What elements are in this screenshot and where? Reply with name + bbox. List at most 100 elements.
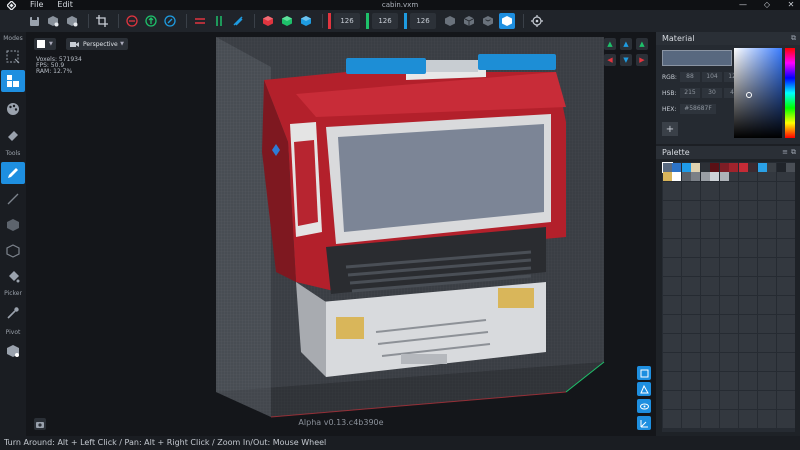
view-front-button[interactable] [637, 366, 651, 380]
maximize-button[interactable]: ◇ [762, 0, 772, 10]
palette-cell[interactable] [757, 295, 767, 305]
palette-cell[interactable] [738, 191, 748, 200]
palette-cell[interactable] [738, 305, 748, 314]
draw-color-dropdown[interactable]: ▼ [34, 38, 56, 50]
palette-cell[interactable] [691, 238, 700, 248]
palette-cell[interactable] [757, 333, 767, 343]
palette-cell[interactable] [700, 238, 710, 248]
palette-cell[interactable] [776, 419, 786, 428]
palette-cell[interactable] [700, 257, 710, 267]
palette-cell[interactable] [672, 400, 681, 409]
palette-cell[interactable] [748, 286, 757, 295]
palette-cell[interactable] [691, 333, 700, 343]
palette-cell[interactable] [729, 400, 738, 409]
palette-cell[interactable] [738, 267, 748, 276]
palette-cell[interactable] [748, 172, 757, 181]
palette-cell[interactable] [729, 191, 738, 200]
palette-cell[interactable] [757, 419, 767, 428]
palette-cell[interactable] [681, 390, 691, 400]
palette-cell[interactable] [691, 314, 700, 324]
palette-cell[interactable] [681, 191, 691, 200]
palette-cell[interactable] [729, 362, 738, 371]
palette-cell[interactable] [700, 286, 710, 295]
palette-cell[interactable] [786, 419, 795, 428]
minimize-button[interactable]: — [738, 0, 748, 10]
mirror-y-button[interactable] [143, 13, 159, 29]
palette-cell[interactable] [786, 362, 795, 371]
palette-cell[interactable] [681, 267, 691, 276]
palette-cell[interactable] [662, 200, 672, 210]
palette-cell[interactable] [776, 286, 786, 295]
palette-cell[interactable] [776, 238, 786, 248]
palette-cell[interactable] [700, 162, 710, 172]
palette-cell[interactable] [662, 248, 672, 257]
palette-cell[interactable] [786, 343, 795, 352]
palette-cell[interactable] [729, 257, 738, 267]
palette-cell[interactable] [662, 409, 672, 419]
palette-cell[interactable] [700, 200, 710, 210]
palette-cell[interactable] [776, 200, 786, 210]
palette-cell[interactable] [786, 286, 795, 295]
rotate-y-button[interactable] [279, 13, 295, 29]
view-wire-button[interactable] [480, 13, 496, 29]
palette-cell[interactable] [729, 276, 738, 286]
palette-cell[interactable] [700, 267, 710, 276]
palette-cell[interactable] [672, 248, 681, 257]
palette-cell[interactable] [757, 229, 767, 238]
palette-cell[interactable] [719, 229, 729, 238]
palette-cell[interactable] [748, 419, 757, 428]
palette-cell[interactable] [691, 324, 700, 333]
palette-cell[interactable] [719, 200, 729, 210]
rgb-r-field[interactable]: 88 [680, 72, 700, 82]
palette-cell[interactable] [786, 181, 795, 191]
palette-cell[interactable] [672, 267, 681, 276]
palette-cell[interactable] [767, 238, 776, 248]
palette-cell[interactable] [786, 333, 795, 343]
export-button[interactable] [64, 13, 80, 29]
palette-cell[interactable] [681, 314, 691, 324]
palette-cell[interactable] [662, 305, 672, 314]
palette-cell[interactable] [748, 200, 757, 210]
paint-mode-button[interactable] [1, 98, 25, 120]
palette-cell[interactable] [719, 162, 729, 172]
palette-cell[interactable] [719, 324, 729, 333]
palette-cell[interactable] [786, 295, 795, 305]
palette-cell[interactable] [662, 419, 672, 428]
palette-cell[interactable] [662, 219, 672, 229]
palette-cell[interactable] [767, 324, 776, 333]
palette-cell[interactable] [776, 409, 786, 419]
palette-cell[interactable] [672, 324, 681, 333]
palette-cell[interactable] [662, 276, 672, 286]
palette-cell[interactable] [681, 295, 691, 305]
palette-cell[interactable] [681, 162, 691, 172]
palette-cell[interactable] [729, 162, 738, 172]
palette-cell[interactable] [681, 352, 691, 362]
palette-cell[interactable] [662, 362, 672, 371]
palette-cell[interactable] [767, 257, 776, 267]
palette-cell[interactable] [719, 400, 729, 409]
palette-cell[interactable] [662, 400, 672, 409]
palette-cell[interactable] [662, 286, 672, 295]
palette-cell[interactable] [672, 210, 681, 219]
palette-cell[interactable] [729, 314, 738, 324]
rotate-x-button[interactable] [260, 13, 276, 29]
palette-grid[interactable] [661, 161, 795, 432]
palette-cell[interactable] [748, 219, 757, 229]
nav-up-right-button[interactable]: ▲ [636, 38, 648, 50]
palette-cell[interactable] [672, 200, 681, 210]
palette-cell[interactable] [700, 343, 710, 352]
palette-cell[interactable] [767, 286, 776, 295]
palette-cell[interactable] [662, 295, 672, 305]
palette-cell[interactable] [662, 191, 672, 200]
palette-cell[interactable] [757, 181, 767, 191]
palette-cell[interactable] [719, 295, 729, 305]
palette-cell[interactable] [767, 200, 776, 210]
palette-cell[interactable] [681, 305, 691, 314]
palette-cell[interactable] [786, 210, 795, 219]
palette-cell[interactable] [786, 257, 795, 267]
palette-cell[interactable] [691, 219, 700, 229]
nav-left-button[interactable]: ◀ [604, 54, 616, 66]
palette-cell[interactable] [776, 352, 786, 362]
palette-cell[interactable] [719, 181, 729, 191]
palette-cell[interactable] [767, 162, 776, 172]
